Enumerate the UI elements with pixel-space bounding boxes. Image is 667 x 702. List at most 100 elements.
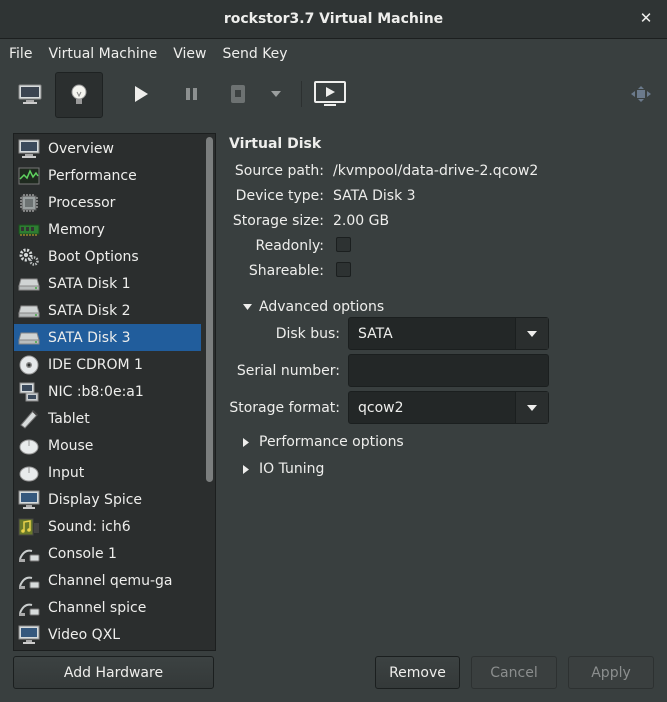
disk-bus-label: Disk bus: xyxy=(275,326,340,342)
play-icon xyxy=(135,86,148,102)
triangle-right-icon xyxy=(243,437,249,447)
sidebar-item[interactable]: IDE CDROM 1 xyxy=(14,351,201,378)
device-type-label: Device type: xyxy=(235,188,324,204)
menu-file[interactable]: File xyxy=(0,46,40,62)
add-hardware-button[interactable]: Add Hardware xyxy=(13,656,214,689)
disk-bus-combo[interactable]: SATA xyxy=(348,317,549,350)
serial-cable-icon xyxy=(18,544,40,564)
storage-format-combo[interactable]: qcow2 xyxy=(348,391,549,424)
sidebar-item[interactable]: Memory xyxy=(14,216,201,243)
performance-options-label: Performance options xyxy=(259,434,404,450)
source-path-label: Source path: xyxy=(234,163,324,179)
toolbar-separator xyxy=(301,81,302,107)
sidebar-item-label: NIC :b8:0e:a1 xyxy=(48,383,144,400)
shareable-label: Shareable: xyxy=(248,263,324,279)
sidebar-item-label: Memory xyxy=(48,221,105,238)
details-view-button[interactable] xyxy=(55,72,103,118)
shutdown-menu-button[interactable] xyxy=(258,72,294,116)
io-tuning-expander[interactable]: IO Tuning xyxy=(243,461,324,477)
pause-button[interactable] xyxy=(170,72,214,116)
title-bar: rockstor3.7 Virtual Machine ✕ xyxy=(0,0,667,39)
sidebar-item-label: IDE CDROM 1 xyxy=(48,356,143,373)
sidebar-item[interactable]: Sound: ich6 xyxy=(14,513,201,540)
advanced-options-label: Advanced options xyxy=(259,299,385,315)
sidebar-item[interactable]: Processor xyxy=(14,189,201,216)
sidebar-item[interactable]: Performance xyxy=(14,162,201,189)
tablet-icon xyxy=(18,409,40,429)
close-icon[interactable]: ✕ xyxy=(637,9,655,27)
sidebar-item-label: Sound: ich6 xyxy=(48,518,131,535)
sidebar-item-label: Boot Options xyxy=(48,248,139,265)
resize-to-vm-button[interactable] xyxy=(619,72,663,116)
serial-number-input[interactable] xyxy=(348,354,549,387)
sidebar-item-label: Channel qemu-ga xyxy=(48,572,173,589)
advanced-options-expander[interactable]: Advanced options xyxy=(243,299,384,315)
sidebar-item[interactable]: Input xyxy=(14,459,201,486)
readonly-label: Readonly: xyxy=(255,238,325,254)
disk-bus-value: SATA xyxy=(358,325,393,342)
cancel-button[interactable]: Cancel xyxy=(471,656,557,689)
shutdown-button[interactable] xyxy=(216,72,260,116)
sound-icon xyxy=(18,517,40,537)
sidebar-item[interactable]: SATA Disk 1 xyxy=(14,270,201,297)
sidebar-item-label: Processor xyxy=(48,194,116,211)
sidebar-item-label: SATA Disk 2 xyxy=(48,302,131,319)
sidebar-item-label: Performance xyxy=(48,167,137,184)
sidebar-item-label: Console 1 xyxy=(48,545,117,562)
sidebar-item[interactable]: Channel spice xyxy=(14,594,201,621)
shareable-checkbox[interactable] xyxy=(336,262,351,277)
storage-format-label: Storage format: xyxy=(229,400,340,416)
hardware-list[interactable]: Overview Performance Processor Memory Boot O… xyxy=(13,133,216,651)
sidebar-item[interactable]: SATA Disk 2 xyxy=(14,297,201,324)
io-tuning-label: IO Tuning xyxy=(259,461,325,477)
mouse-icon xyxy=(18,436,40,456)
remove-button[interactable]: Remove xyxy=(375,656,460,689)
sidebar-item[interactable]: Boot Options xyxy=(14,243,201,270)
sidebar-item[interactable]: Overview xyxy=(14,135,201,162)
serial-cable-icon xyxy=(18,598,40,618)
sidebar-item[interactable]: Video QXL xyxy=(14,621,201,648)
apply-button[interactable]: Apply xyxy=(568,656,654,689)
serial-cable-icon xyxy=(18,571,40,591)
storage-size-value: 2.00 GB xyxy=(333,213,390,229)
menu-send-key[interactable]: Send Key xyxy=(214,46,295,62)
menu-view[interactable]: View xyxy=(165,46,214,62)
sidebar-scrollbar[interactable] xyxy=(206,137,213,482)
performance-options-expander[interactable]: Performance options xyxy=(243,434,404,450)
sidebar-item-label: Input xyxy=(48,464,85,481)
sidebar-item[interactable]: Channel qemu-ga xyxy=(14,567,201,594)
memory-module-icon xyxy=(18,220,40,240)
section-heading: Virtual Disk xyxy=(229,136,322,152)
screen-play-icon xyxy=(314,81,346,106)
fullscreen-button[interactable] xyxy=(308,72,352,116)
network-card-icon xyxy=(18,382,40,402)
sidebar-item[interactable]: Mouse xyxy=(14,432,201,459)
run-button[interactable] xyxy=(119,72,163,116)
triangle-down-icon xyxy=(243,304,252,310)
input-mouse-icon xyxy=(18,463,40,483)
readonly-checkbox[interactable] xyxy=(336,237,351,252)
sidebar-item-label: Channel spice xyxy=(48,599,147,616)
sidebar-item-label: Display Spice xyxy=(48,491,143,508)
performance-graph-icon xyxy=(18,166,40,186)
monitor-icon xyxy=(18,84,42,104)
hard-disk-icon xyxy=(18,301,40,321)
serial-number-label: Serial number: xyxy=(236,363,340,379)
hard-disk-icon xyxy=(18,328,40,348)
gears-icon xyxy=(18,247,40,267)
sidebar-item[interactable]: SATA Disk 3 xyxy=(14,324,201,351)
monitor-icon xyxy=(18,139,40,159)
sidebar-item[interactable]: Tablet xyxy=(14,405,201,432)
hard-disk-icon xyxy=(18,274,40,294)
display-icon xyxy=(18,490,40,510)
chevron-down-icon xyxy=(527,330,537,337)
triangle-right-icon xyxy=(243,464,249,474)
disk-details-panel: Virtual Disk Source path: /kvmpool/data-… xyxy=(229,133,659,633)
sidebar-item[interactable]: Display Spice xyxy=(14,486,201,513)
sidebar-item[interactable]: Console 1 xyxy=(14,540,201,567)
menu-virtual-machine[interactable]: Virtual Machine xyxy=(40,46,165,62)
sidebar-item[interactable]: NIC :b8:0e:a1 xyxy=(14,378,201,405)
console-view-button[interactable] xyxy=(8,72,52,116)
video-card-icon xyxy=(18,625,40,645)
sidebar-item-label: SATA Disk 1 xyxy=(48,275,131,292)
